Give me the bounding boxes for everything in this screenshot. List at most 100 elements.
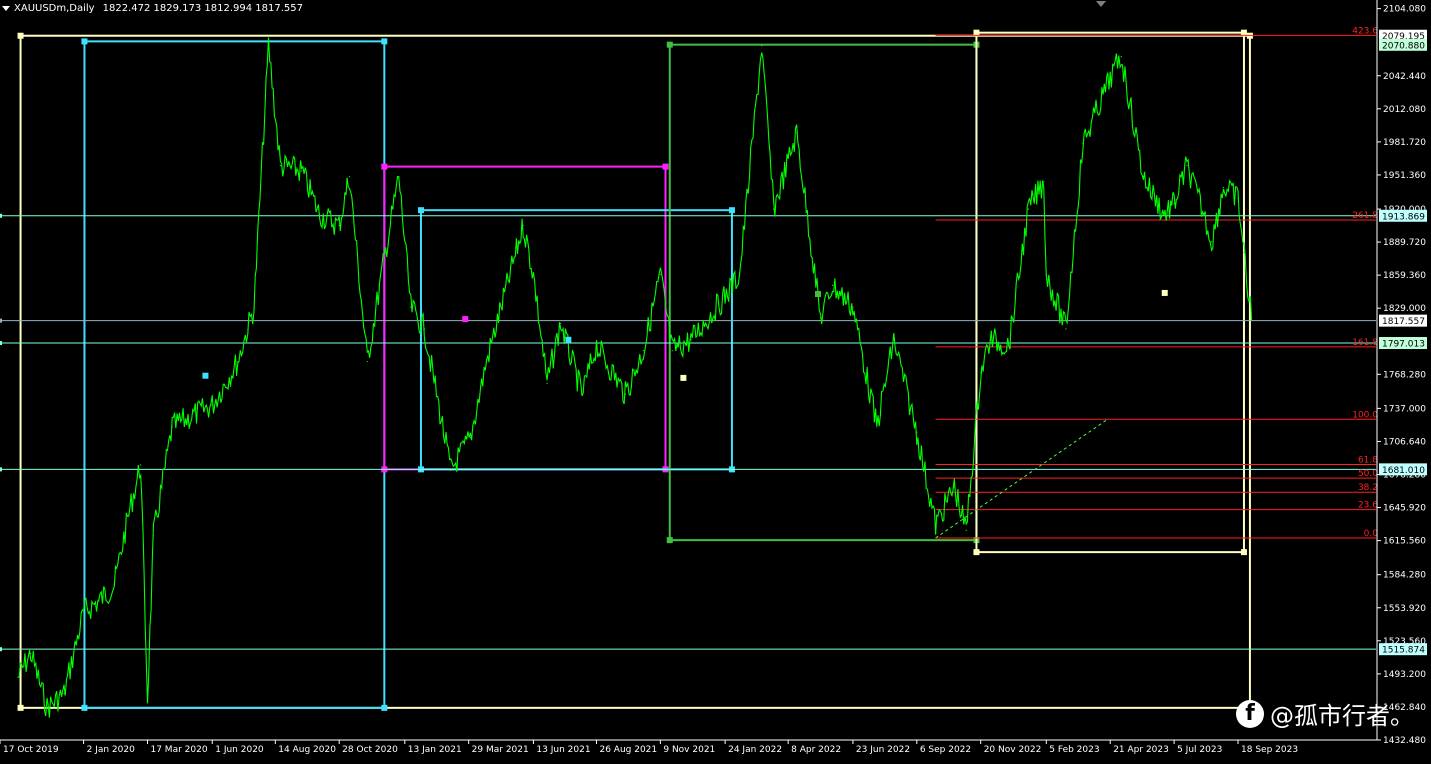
horizontal-lines-layer[interactable] xyxy=(0,213,1376,652)
fib-level-label-7: 23.6 xyxy=(1358,501,1378,511)
price-chart[interactable]: 423.6 261.8 161.8 100.0 61.8 50.0 38.2 23.6 0.0 … xyxy=(0,0,1431,760)
horizontal-line-handle-4[interactable] xyxy=(0,647,2,652)
fib-level-label-4: 61.8 xyxy=(1358,455,1378,465)
rectangle-object-0[interactable] xyxy=(19,34,1251,709)
price-point xyxy=(140,464,142,466)
fib-level-label-1: 261.8 xyxy=(1352,211,1378,221)
anchor-marker-2[interactable] xyxy=(565,336,572,343)
price-point xyxy=(30,652,32,655)
price-point xyxy=(581,393,583,395)
rectangle-handle-2-0[interactable] xyxy=(381,163,388,170)
price-tick-label-21: 1584.280 xyxy=(1383,571,1426,581)
fib-level-label-0: 423.6 xyxy=(1352,26,1378,36)
price-tick-label-6: 1951.360 xyxy=(1383,171,1426,181)
price-tick-label-19: 1645.920 xyxy=(1383,504,1426,514)
price-point xyxy=(383,257,385,259)
chevron-down-icon[interactable] xyxy=(2,5,10,11)
rectangle-handle-1-2[interactable] xyxy=(81,704,88,711)
chart-canvas[interactable]: 423.6261.8161.8100.061.850.038.223.60.0 … xyxy=(0,0,1431,760)
price-point xyxy=(301,170,303,172)
price-point xyxy=(237,360,239,363)
fib-level-label-6: 38.2 xyxy=(1358,483,1378,493)
date-tick-label-2: 17 Mar 2020 xyxy=(150,745,207,755)
price-point xyxy=(1237,197,1239,199)
date-tick-label-4: 14 Aug 2020 xyxy=(278,745,336,755)
price-point xyxy=(450,469,452,472)
rectangle-object-5[interactable] xyxy=(975,31,1245,554)
price-point xyxy=(253,306,255,308)
price-point xyxy=(796,132,798,134)
date-tick-label-8: 13 Jun 2021 xyxy=(536,745,590,755)
horizontal-line-handle-3[interactable] xyxy=(0,467,2,472)
price-point xyxy=(739,273,741,276)
rectangle-handle-5-0[interactable] xyxy=(973,29,980,36)
price-point xyxy=(852,306,854,308)
rectangle-handle-5-2[interactable] xyxy=(973,549,980,556)
price-point xyxy=(1243,252,1245,254)
horizontal-line-handle-0[interactable] xyxy=(0,213,2,218)
date-tick-label-15: 20 Nov 2022 xyxy=(984,745,1042,755)
price-tick-label-16: 1706.640 xyxy=(1383,437,1426,447)
ohlc-readout: 1822.472 1829.173 1812.994 1817.557 xyxy=(102,3,304,14)
rectangle-handle-4-2[interactable] xyxy=(666,537,673,544)
rectangle-object-2[interactable] xyxy=(383,165,667,471)
price-tick-label-20: 1615.560 xyxy=(1383,537,1426,547)
date-tick-label-5: 28 Oct 2020 xyxy=(342,745,398,755)
fib-trend-line[interactable] xyxy=(935,418,1108,539)
anchor-marker-4[interactable] xyxy=(814,291,821,298)
price-point xyxy=(211,404,213,406)
rectangle-handle-5-1[interactable] xyxy=(1240,29,1247,36)
price-point xyxy=(624,393,627,395)
price-point xyxy=(1203,213,1205,216)
rectangle-handle-1-1[interactable] xyxy=(381,38,388,45)
rectangle-handle-3-1[interactable] xyxy=(728,207,735,214)
price-point xyxy=(279,164,282,167)
horizontal-line-handle-1[interactable] xyxy=(0,318,2,323)
price-tick-label-15: 1737.000 xyxy=(1383,404,1426,414)
fib-level-label-2: 161.8 xyxy=(1352,338,1378,348)
rectangle-object-1[interactable] xyxy=(83,40,386,709)
rectangle-handle-3-0[interactable] xyxy=(417,207,424,214)
price-label-2: 1913.869 xyxy=(1382,212,1425,222)
watermark: f @孤市行者。 xyxy=(1236,696,1414,731)
price-point xyxy=(171,426,173,428)
rectangle-handle-2-1[interactable] xyxy=(662,163,669,170)
price-point xyxy=(773,208,775,210)
price-point xyxy=(532,273,535,276)
rectangle-handle-0-2[interactable] xyxy=(17,704,24,711)
anchor-marker-3[interactable] xyxy=(680,374,687,381)
drawing-objects-layer[interactable] xyxy=(17,29,1253,711)
anchor-marker-5[interactable] xyxy=(1161,289,1168,296)
price-point xyxy=(1043,181,1045,183)
markers-layer[interactable] xyxy=(202,289,1168,381)
price-point xyxy=(546,382,548,384)
fibonacci-layer[interactable]: 423.6 261.8 161.8 100.0 61.8 50.0 38.2 23.6 0.0 xyxy=(935,26,1379,539)
watermark-text: @孤市行者。 xyxy=(1270,702,1414,730)
price-tick-label-22: 1553.920 xyxy=(1383,604,1426,614)
chart-shift-icon[interactable] xyxy=(1096,1,1106,7)
price-point xyxy=(398,175,400,178)
rectangle-handle-5-3[interactable] xyxy=(1240,549,1247,556)
rectangle-object-4[interactable] xyxy=(668,43,978,542)
price-point xyxy=(46,707,48,709)
price-point xyxy=(338,224,340,227)
rectangle-object-3[interactable] xyxy=(419,209,733,471)
anchor-marker-0[interactable] xyxy=(202,372,209,379)
symbol-label: XAUUSDm,Daily xyxy=(14,3,95,14)
horizontal-line-handle-2[interactable] xyxy=(0,341,2,346)
price-label-1: 2070.880 xyxy=(1382,41,1425,51)
price-point xyxy=(819,317,822,319)
rectangle-handle-1-0[interactable] xyxy=(81,38,88,45)
anchor-marker-1[interactable] xyxy=(462,316,469,323)
rectangle-handle-0-0[interactable] xyxy=(17,32,24,39)
date-tick-label-7: 29 Mar 2021 xyxy=(472,745,529,755)
price-label-5: 1681.010 xyxy=(1382,466,1425,476)
price-point xyxy=(980,371,982,374)
price-label-3: 1817.557 xyxy=(1382,317,1425,327)
rectangle-handle-1-3[interactable] xyxy=(381,704,388,711)
rectangle-handle-4-0[interactable] xyxy=(666,41,673,48)
price-tick-label-11: 1829.000 xyxy=(1383,304,1426,314)
price-point xyxy=(469,437,471,439)
price-point xyxy=(1045,273,1047,276)
price-point xyxy=(1173,203,1175,205)
